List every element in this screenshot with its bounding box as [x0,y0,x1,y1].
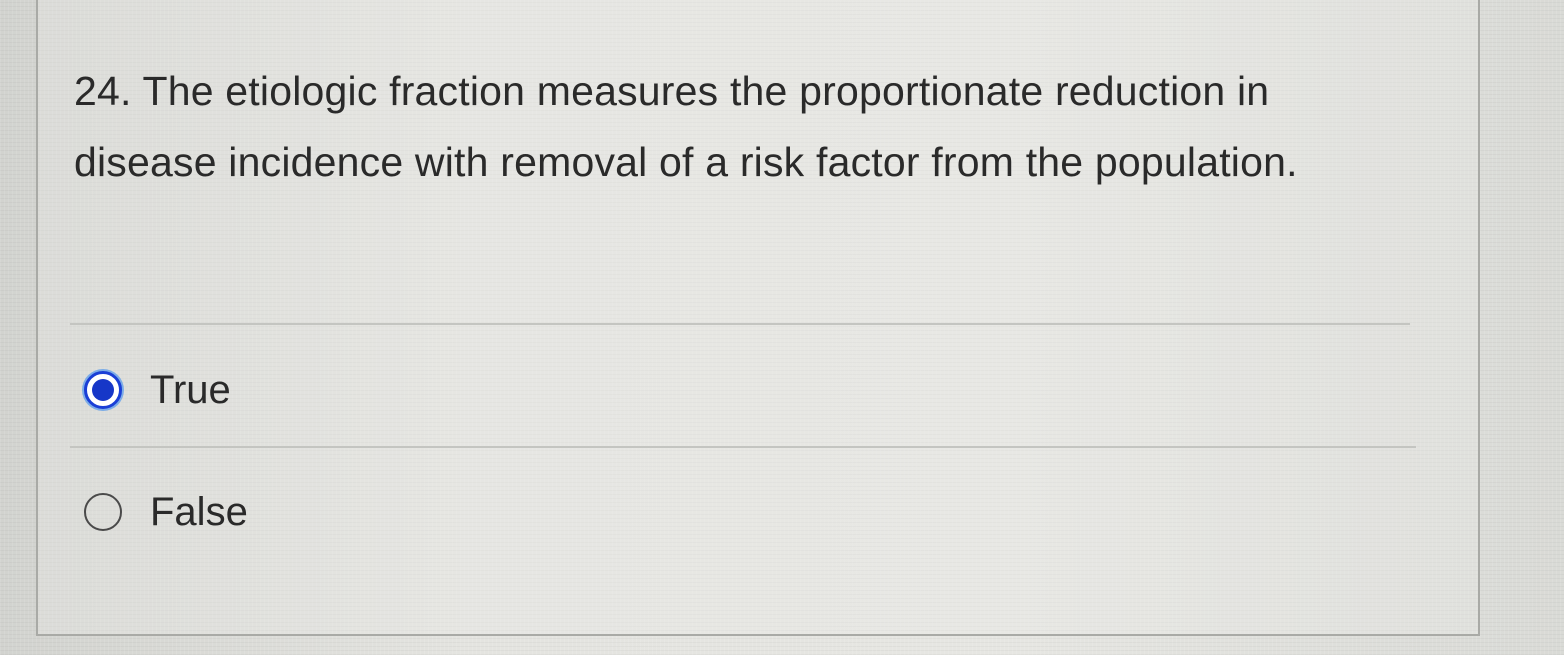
option-false-label: False [150,489,248,534]
option-false[interactable]: False [84,482,248,542]
option-true-label: True [150,367,231,412]
divider-middle [70,446,1416,448]
divider-top [70,323,1410,325]
option-true[interactable]: True [84,360,231,420]
question-text: 24. The etiologic fraction measures the … [74,68,1298,185]
radio-selected-icon[interactable] [84,371,122,409]
radio-unselected-icon[interactable] [84,493,122,531]
screen-background: 24. The etiologic fraction measures the … [0,0,1564,655]
